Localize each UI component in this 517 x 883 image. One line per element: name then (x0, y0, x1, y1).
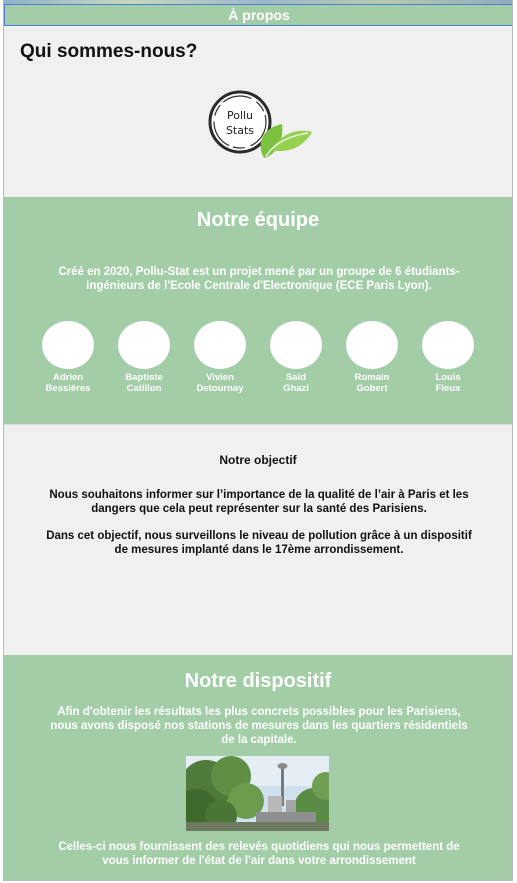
avatar (194, 321, 246, 369)
member-card: Romain Gobert (340, 321, 404, 394)
member-first-name: Baptiste (125, 372, 163, 383)
team-members: Adrien Bessières Baptiste Catillon Vivie… (4, 321, 512, 401)
member-card: Adrien Bessières (36, 321, 100, 394)
team-title: Notre équipe (196, 209, 320, 231)
member-card: Saïd Ghazi (264, 321, 328, 394)
member-card: Louis Fieux (416, 321, 480, 394)
member-first-name: Romain (354, 372, 390, 383)
member-last-name: Fieux (435, 383, 461, 394)
intro-section: Qui sommes-nous? Pollu Stats (4, 26, 512, 197)
member-last-name: Detournay (196, 383, 244, 394)
objective-title: Notre objectif (219, 453, 297, 467)
member-first-name: Louis (435, 372, 461, 383)
page-title: Qui sommes-nous? (20, 41, 198, 62)
member-card: Baptiste Catillon (112, 321, 176, 394)
app-frame: À propos Qui sommes-nous? Pollu Stats No… (3, 0, 513, 881)
device-paragraph-2: Celles-ci nous fournissent des relevés q… (58, 841, 460, 867)
team-section: Notre équipe Créé en 2020, Pollu-Stat es… (4, 197, 512, 424)
device-paragraph-1: Afin d'obtenir les résultats les plus co… (50, 706, 468, 746)
member-last-name: Bessières (45, 383, 91, 394)
apropos-button[interactable]: À propos (4, 4, 512, 26)
avatar (422, 321, 474, 369)
member-first-name: Saïd (285, 372, 307, 383)
member-last-name: Gobert (356, 383, 388, 394)
device-title: Notre dispositif (184, 670, 332, 692)
member-last-name: Ghazi (283, 383, 309, 394)
objective-paragraph-2: Dans cet objectif, nous surveillons le n… (46, 530, 472, 556)
avatar (270, 321, 322, 369)
objective-section: Notre objectif Nous souhaitons informer … (4, 424, 512, 656)
pollu-stats-logo: Pollu Stats (204, 84, 314, 164)
avatar (346, 321, 398, 369)
member-last-name: Catillon (126, 383, 162, 394)
device-section: Notre dispositif Afin d'obtenir les résu… (4, 655, 512, 880)
member-first-name: Adrien (52, 372, 84, 383)
avatar (118, 321, 170, 369)
station-photo (186, 756, 329, 831)
member-first-name: Vivien (206, 372, 234, 383)
team-description: Créé en 2020, Pollu-Stat est un projet m… (58, 266, 460, 292)
logo-text-pollu: Pollu (227, 109, 253, 122)
member-card: Vivien Detournay (188, 321, 252, 394)
objective-paragraph-1: Nous souhaitons informer sur l’importanc… (49, 489, 469, 515)
avatar (42, 321, 94, 369)
logo-text-stats: Stats (226, 124, 254, 137)
